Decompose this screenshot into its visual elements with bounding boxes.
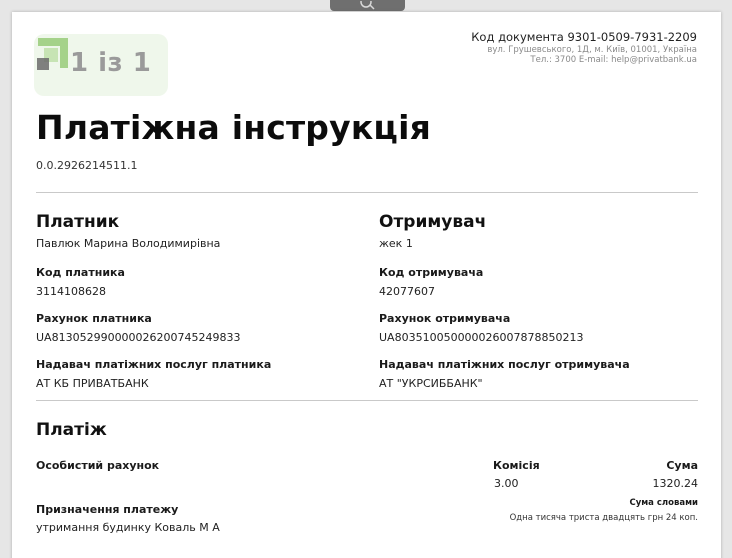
payment-heading: Платіж: [36, 420, 107, 440]
amount-value: 1320.24: [652, 477, 699, 490]
payer-account-label: Рахунок платника: [36, 312, 152, 325]
page-counter: 1 із 1: [70, 48, 152, 78]
receiver-account-label: Рахунок отримувача: [379, 312, 511, 325]
commission-value: 3.00: [494, 477, 519, 490]
receiver-heading: Отримувач: [379, 212, 487, 232]
receiver-code: 42077607: [379, 285, 435, 298]
payer-account: UA813052990000026200745249833: [36, 331, 241, 344]
amount-words-label: Сума словами: [629, 498, 698, 508]
payer-name: Павлюк Марина Володимирівна: [36, 237, 221, 250]
bank-address: вул. Грушевського, 1Д, м. Київ, 01001, У…: [487, 45, 697, 55]
document-code: Код документа 9301-0509-7931-2209: [471, 30, 697, 44]
document-number: 0.0.2926214511.1: [36, 159, 138, 172]
divider: [36, 400, 698, 401]
privatbank-logo-icon: [34, 34, 74, 78]
payer-provider: АТ КБ ПРИВАТБАНК: [36, 377, 149, 390]
payer-section: Платник Павлюк Марина Володимирівна Код …: [36, 212, 366, 404]
page-title: Платіжна інструкція: [36, 108, 431, 147]
payer-code: 3114108628: [36, 285, 106, 298]
receiver-provider: АТ "УКРСИББАНК": [379, 377, 483, 390]
receiver-name: жек 1: [379, 237, 413, 250]
receiver-provider-label: Надавач платіжних послуг отримувача: [379, 358, 630, 371]
purpose-value: утримання будинку Коваль М А: [36, 521, 220, 534]
commission-label: Комісія: [493, 459, 540, 472]
personal-account-label: Особистий рахунок: [36, 459, 160, 472]
receiver-account: UA803510050000026007878850213: [379, 331, 584, 344]
amount-label: Сума: [666, 459, 698, 472]
toolbar-tab[interactable]: [330, 0, 405, 11]
document-page: 1 із 1 Код документа 9301-0509-7931-2209…: [12, 12, 721, 558]
receiver-section: Отримувач жек 1 Код отримувача 42077607 …: [379, 212, 709, 404]
purpose-label: Призначення платежу: [36, 503, 179, 516]
payer-code-label: Код платника: [36, 266, 125, 279]
search-icon[interactable]: [358, 1, 378, 10]
receiver-code-label: Код отримувача: [379, 266, 484, 279]
payer-provider-label: Надавач платіжних послуг платника: [36, 358, 272, 371]
divider: [36, 192, 698, 193]
amount-words-value: Одна тисяча триста двадцять грн 24 коп.: [509, 513, 698, 523]
payer-heading: Платник: [36, 212, 120, 232]
bank-contacts: Тел.: 3700 E-mail: help@privatbank.ua: [530, 55, 697, 65]
